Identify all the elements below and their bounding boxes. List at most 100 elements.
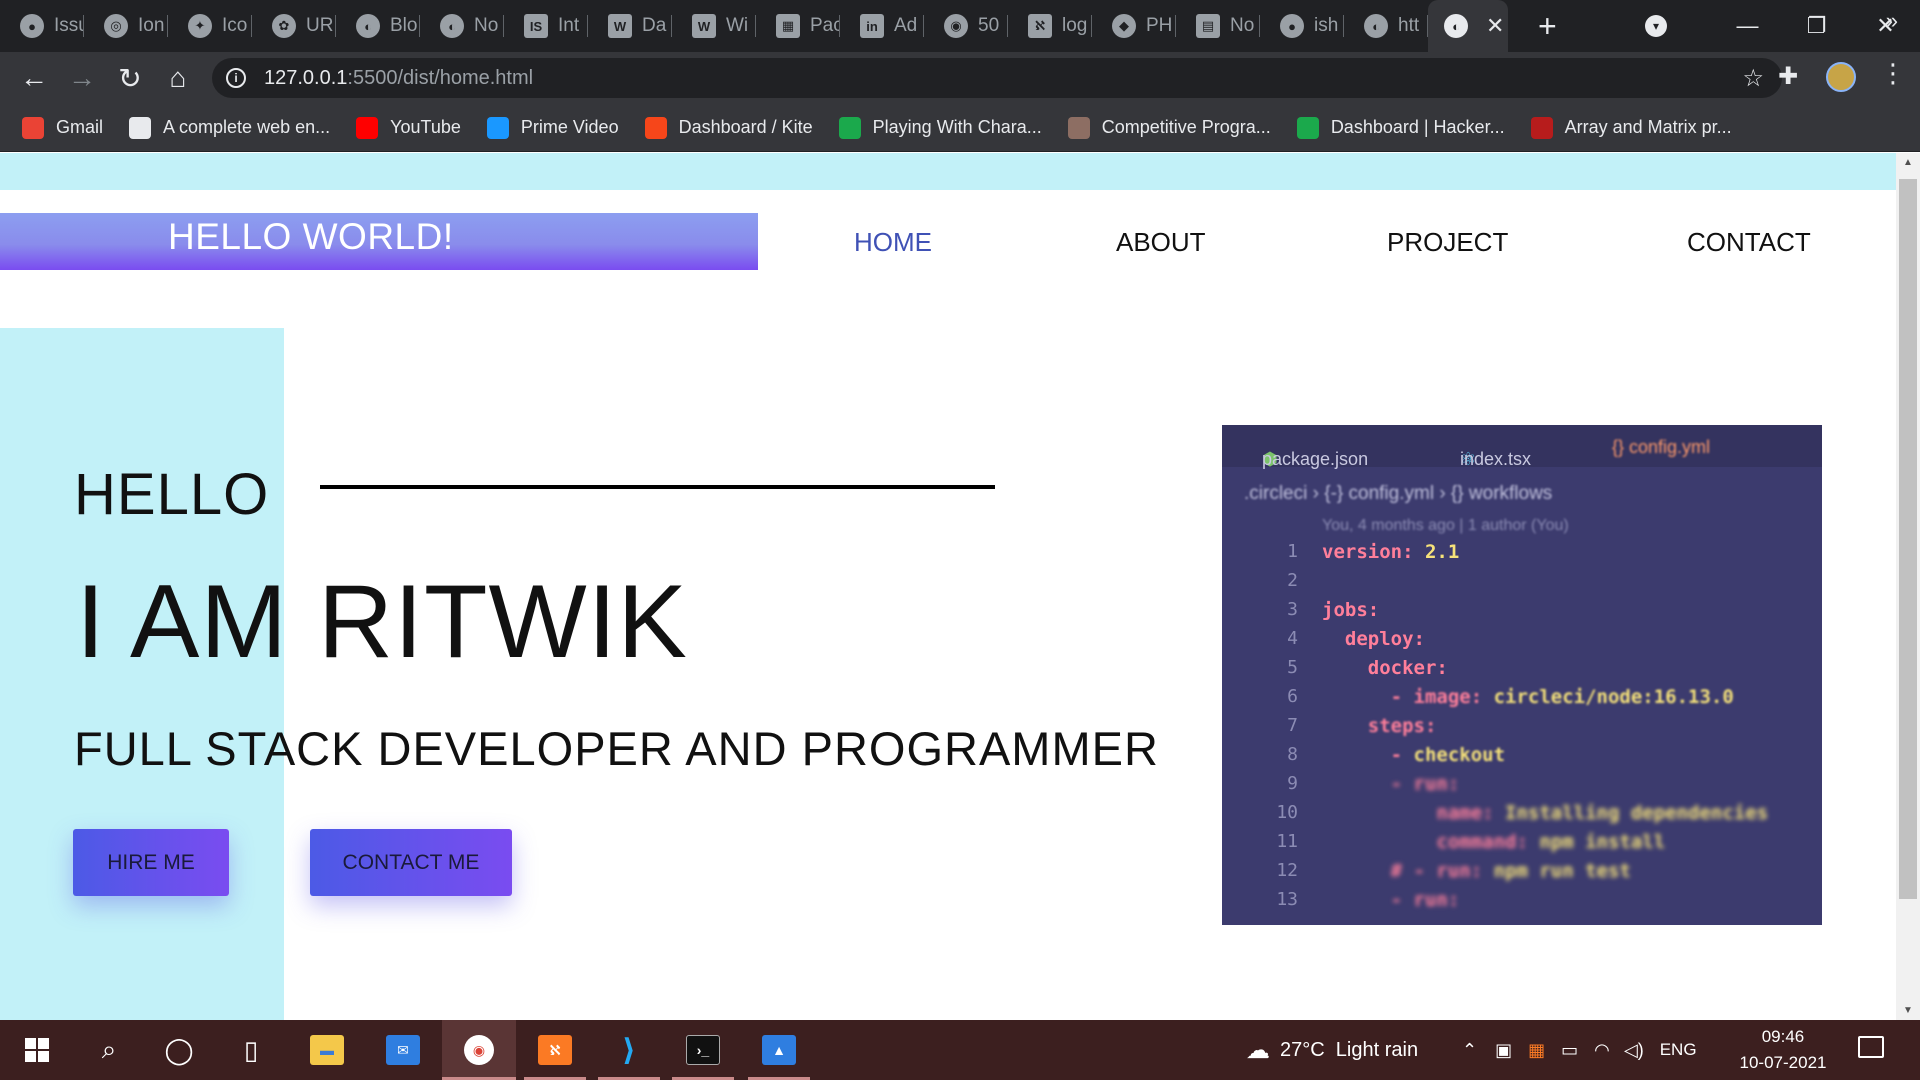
notification-center-icon[interactable] [1858, 1036, 1884, 1058]
bookmark-item[interactable]: Array and Matrix pr... [1530, 116, 1732, 139]
ionic-icon: ◎ [104, 14, 128, 38]
bookmarks-overflow-icon[interactable]: » [1886, 8, 1898, 34]
bookmark-item[interactable]: Playing With Chara... [838, 116, 1042, 139]
browser-tab[interactable]: ◉ 50 [924, 0, 1008, 52]
start-button[interactable] [0, 1020, 74, 1080]
code-line: deploy: [1322, 628, 1768, 657]
language-indicator[interactable]: ENG [1660, 1040, 1697, 1060]
site-logo[interactable]: HELLO WORLD! [0, 213, 758, 270]
cloud-rain-icon: ☁ [1246, 1036, 1270, 1064]
wifi-icon[interactable]: ◠ [1594, 1040, 1610, 1061]
browser-tab[interactable]: ◐ Blo [336, 0, 420, 52]
meet-now-icon[interactable]: ▣ [1495, 1040, 1512, 1061]
tab-title: log [1062, 15, 1088, 36]
code-line-numbers: 1 2 3 4 5 6 7 8 9 10 11 12 13 [1262, 541, 1298, 918]
tab-title: Blo [390, 15, 418, 36]
extensions-puzzle-icon[interactable]: ✚ [1778, 62, 1798, 91]
bookmark-item[interactable]: Dashboard / Kite [644, 116, 813, 139]
bookmark-item[interactable]: Dashboard | Hacker... [1296, 116, 1505, 139]
browser-tab[interactable]: ✦ Ico [168, 0, 252, 52]
windows-taskbar: ⌕ ◯ ▯ ▬ ✉ ◉ ℵ ⟩ ›_ ▲ ☁ 27°C Light rain ⌃… [0, 1020, 1920, 1080]
bookmark-item[interactable]: Gmail [22, 116, 103, 139]
code-line: jobs: [1322, 599, 1768, 628]
tab-title: Ico [222, 15, 248, 36]
tab-title: 50 [978, 15, 1000, 36]
profile-avatar[interactable] [1826, 62, 1856, 92]
bookmark-item[interactable]: YouTube [356, 116, 461, 139]
url-text[interactable]: 127.0.0.1:5500/dist/home.html [264, 67, 533, 90]
tray-expand-icon[interactable]: ⌃ [1462, 1040, 1477, 1061]
home-icon[interactable]: ⌂ [154, 62, 202, 94]
browser-tab[interactable]: in Ad [840, 0, 924, 52]
weather-widget[interactable]: ☁ 27°C Light rain [1246, 1020, 1418, 1080]
tab-title: Wi [726, 15, 749, 36]
chrome-icon: ◉ [944, 14, 968, 38]
nav-project-link[interactable]: PROJECT [1387, 227, 1508, 258]
browser-tab[interactable]: ◐ No [420, 0, 504, 52]
browser-tab[interactable]: ● Issu [0, 0, 84, 52]
battery-icon[interactable]: ▭ [1561, 1040, 1578, 1061]
nav-contact-link[interactable]: CONTACT [1687, 227, 1811, 258]
code-tab-label: index.tsx [1460, 449, 1532, 469]
page-scrollbar[interactable]: ▲ ▼ [1896, 153, 1920, 1020]
hire-me-button[interactable]: HIRE ME [73, 829, 229, 896]
tab-search-icon[interactable]: ▾ [1645, 15, 1667, 37]
github-icon: ● [1280, 14, 1304, 38]
code-line-number: 1 [1287, 541, 1298, 562]
volume-icon[interactable]: ◁) [1624, 1040, 1644, 1061]
bookmark-star-icon[interactable]: ☆ [1742, 64, 1764, 93]
xampp-taskbar-icon[interactable]: ℵ [518, 1020, 592, 1080]
browser-tab[interactable]: ◆ PH [1092, 0, 1176, 52]
browser-tab[interactable]: ✿ URL [252, 0, 336, 52]
tab-title: Pac [810, 15, 840, 36]
browser-tab[interactable]: W Da [588, 0, 672, 52]
nav-about-link[interactable]: ABOUT [1116, 227, 1206, 258]
browser-tab[interactable]: W Wi [672, 0, 756, 52]
browser-tab[interactable]: IS Int [504, 0, 588, 52]
scrollbar-thumb[interactable] [1899, 179, 1917, 899]
minimize-icon[interactable]: — [1713, 13, 1782, 39]
browser-tab[interactable]: ▦ Pac [756, 0, 840, 52]
shield-icon: ◆ [1112, 14, 1136, 38]
code-line: docker: [1322, 657, 1768, 686]
new-tab-icon[interactable]: + [1538, 0, 1557, 52]
code-key: version: [1322, 541, 1414, 563]
nav-home-link[interactable]: HOME [854, 227, 932, 258]
close-tab-icon[interactable]: ✕ [1486, 13, 1504, 39]
terminal-taskbar-icon[interactable]: ›_ [666, 1020, 740, 1080]
reload-icon[interactable]: ↻ [106, 62, 154, 95]
cortana-icon[interactable]: ◯ [142, 1020, 216, 1080]
mail-icon[interactable]: ✉ [366, 1020, 440, 1080]
hero-divider-line [320, 485, 995, 489]
code-image-tabs: ⬢ package.json ⚛ index.tsx {} config.yml [1222, 425, 1822, 469]
browser-tab[interactable]: ◎ Ion [84, 0, 168, 52]
browser-tab[interactable]: ℵ log [1008, 0, 1092, 52]
back-icon[interactable]: ← [10, 62, 58, 94]
system-clock[interactable]: 09:46 10-07-2021 [1728, 1024, 1838, 1076]
browser-tab[interactable]: ◐ htt [1344, 0, 1428, 52]
xampp-tray-icon[interactable]: ▦ [1528, 1040, 1545, 1061]
task-view-icon[interactable]: ▯ [214, 1020, 288, 1080]
photos-taskbar-icon[interactable]: ▲ [742, 1020, 816, 1080]
chrome-taskbar-icon[interactable]: ◉ [442, 1020, 516, 1080]
browser-tab[interactable]: ● ish [1260, 0, 1344, 52]
code-key: - image: [1322, 686, 1483, 708]
restore-icon[interactable]: ❐ [1782, 13, 1851, 39]
forward-icon[interactable]: → [58, 62, 106, 94]
search-icon[interactable]: ⌕ [72, 1020, 146, 1080]
bookmark-label: Dashboard / Kite [678, 117, 813, 137]
vscode-taskbar-icon[interactable]: ⟩ [592, 1020, 666, 1080]
bookmark-item[interactable]: Competitive Progra... [1067, 116, 1271, 139]
menu-kebab-icon[interactable]: ⋮ [1880, 58, 1906, 89]
site-info-icon[interactable]: i [226, 68, 246, 88]
address-bar[interactable]: i 127.0.0.1:5500/dist/home.html ☆ [212, 58, 1782, 98]
scroll-up-icon[interactable]: ▲ [1896, 157, 1920, 168]
contact-me-button[interactable]: CONTACT ME [310, 829, 512, 896]
bookmark-item[interactable]: Prime Video [486, 116, 619, 139]
browser-tab-active[interactable]: ◐ ✕ [1428, 0, 1508, 52]
browser-tab[interactable]: ▤ No [1176, 0, 1260, 52]
tab-title: Da [642, 15, 667, 36]
scroll-down-icon[interactable]: ▼ [1896, 1005, 1920, 1016]
bookmark-item[interactable]: A complete web en... [129, 116, 330, 139]
file-explorer-icon[interactable]: ▬ [290, 1020, 364, 1080]
